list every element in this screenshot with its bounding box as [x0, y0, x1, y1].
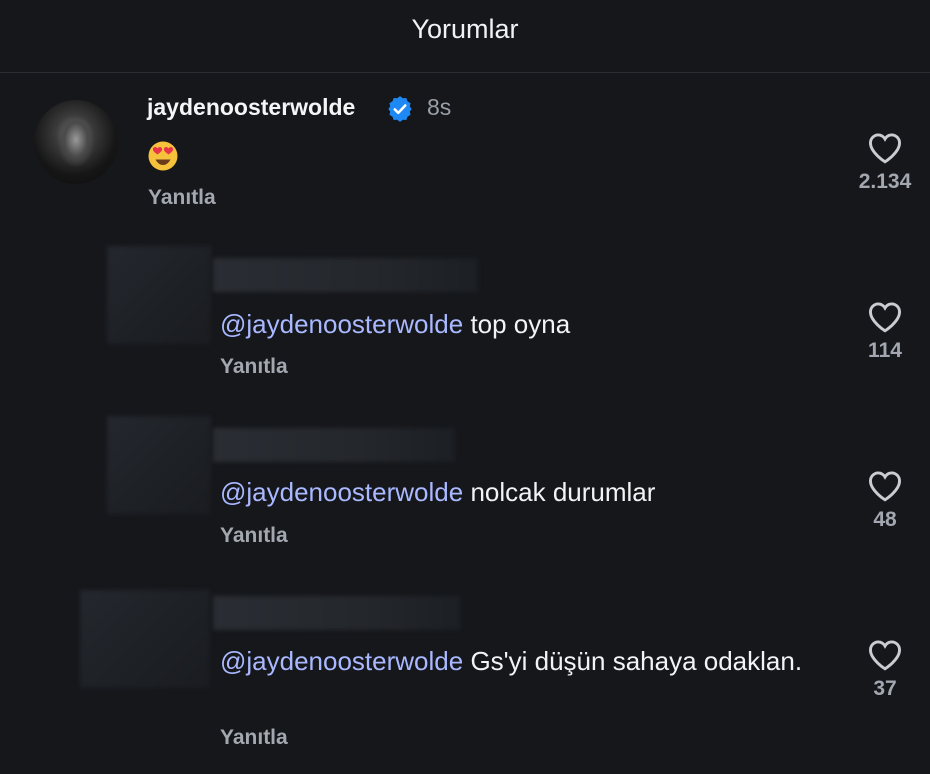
- comment-username[interactable]: [213, 596, 461, 630]
- comments-sheet: Yorumlar jaydenoosterwolde 8s Yanıtla 2.…: [0, 0, 930, 774]
- heart-outline-icon[interactable]: [867, 301, 903, 333]
- like-count: 37: [873, 677, 897, 700]
- like-count: 2.134: [858, 170, 912, 193]
- page-title: Yorumlar: [411, 14, 519, 44]
- like-count: 114: [868, 339, 902, 362]
- like-control: 48: [849, 470, 921, 532]
- comments-header: Yorumlar: [0, 0, 930, 73]
- comment-username[interactable]: [213, 258, 478, 292]
- comment-username[interactable]: jaydenoosterwolde: [147, 94, 355, 121]
- comment-body: nolcak durumlar: [463, 477, 656, 507]
- like-control: 114: [849, 301, 921, 363]
- heart-outline-icon[interactable]: [867, 470, 903, 502]
- comment-text: @jaydenoosterwolde Gs'yi düşün sahaya od…: [220, 645, 820, 678]
- reply-button[interactable]: Yanıtla: [148, 186, 216, 210]
- avatar[interactable]: [107, 416, 211, 514]
- mention-link[interactable]: @jaydenoosterwolde: [220, 646, 463, 676]
- reply-button[interactable]: Yanıtla: [220, 355, 288, 379]
- comment-time: 8s: [427, 94, 452, 120]
- heart-outline-icon[interactable]: [867, 132, 903, 164]
- verified-badge-icon: [388, 96, 412, 122]
- avatar[interactable]: [80, 590, 210, 688]
- heart-outline-icon[interactable]: [867, 639, 903, 671]
- mention-link[interactable]: @jaydenoosterwolde: [220, 477, 463, 507]
- comment-username[interactable]: [213, 428, 455, 462]
- heart-eyes-emoji-icon: [148, 141, 178, 171]
- like-control: 37: [849, 639, 921, 701]
- reply-button[interactable]: Yanıtla: [220, 524, 288, 548]
- comment-body: Gs'yi düşün sahaya odaklan.: [463, 646, 803, 676]
- avatar[interactable]: [34, 100, 118, 184]
- like-count: 48: [873, 508, 897, 531]
- comment-body: top oyna: [463, 309, 571, 339]
- comment-text: @jaydenoosterwolde top oyna: [220, 308, 820, 341]
- avatar[interactable]: [107, 246, 211, 344]
- like-control: 2.134: [849, 132, 921, 194]
- reply-button[interactable]: Yanıtla: [220, 726, 288, 750]
- comment-text: @jaydenoosterwolde nolcak durumlar: [220, 476, 820, 509]
- mention-link[interactable]: @jaydenoosterwolde: [220, 309, 463, 339]
